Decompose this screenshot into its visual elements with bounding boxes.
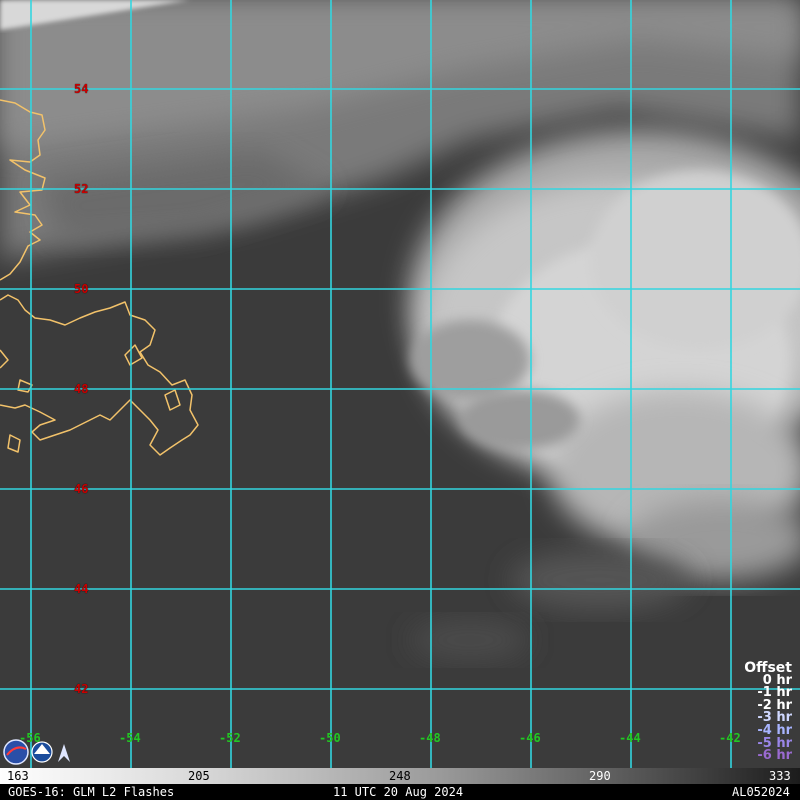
info-footer: GOES-16: GLM L2 Flashes 11 UTC 20 Aug 20…	[0, 784, 800, 800]
lon-label-44: -44	[619, 731, 641, 745]
legend-entry: -6 hr	[757, 748, 792, 764]
lon-label-50: -50	[319, 731, 341, 745]
cira-logo-icon	[58, 744, 70, 762]
lon-label-52: -52	[219, 731, 241, 745]
lat-label-44: 44	[74, 582, 89, 596]
lat-label-52: 52	[74, 182, 89, 196]
colorbar-tick: 205	[188, 769, 210, 783]
lat-label-48: 48	[74, 382, 89, 396]
storm-id-label: AL052024	[732, 785, 790, 799]
satellite-viewer: 54 52 50 48 46 44 42 -56 -54 -52 -50 -48…	[0, 0, 800, 800]
product-label: GOES-16: GLM L2 Flashes	[8, 785, 175, 799]
lat-label-42: 42	[74, 682, 89, 696]
colorbar-tick: 290	[589, 769, 611, 783]
timestamp-label: 11 UTC 20 Aug 2024	[333, 785, 464, 799]
colorbar-tick: 333	[769, 769, 791, 783]
colorbar-tick: 248	[389, 769, 411, 783]
offset-legend: Offset 0 hr -1 hr -2 hr -3 hr -4 hr -5 h…	[744, 661, 792, 764]
satellite-map	[0, 0, 800, 768]
lon-label-42: -42	[719, 731, 741, 745]
temperature-colorbar: 163 205 248 290 333	[0, 768, 800, 784]
nasa-logo-icon	[3, 739, 29, 765]
lat-label-50: 50	[74, 282, 89, 296]
lat-label-46: 46	[74, 482, 89, 496]
lon-label-48: -48	[419, 731, 441, 745]
lon-label-54: -54	[119, 731, 141, 745]
colorbar-tick: 163	[7, 769, 29, 783]
noaa-logo-icon	[31, 741, 53, 763]
agency-logos	[3, 739, 70, 765]
lat-label-54: 54	[74, 82, 89, 96]
lon-label-46: -46	[519, 731, 541, 745]
